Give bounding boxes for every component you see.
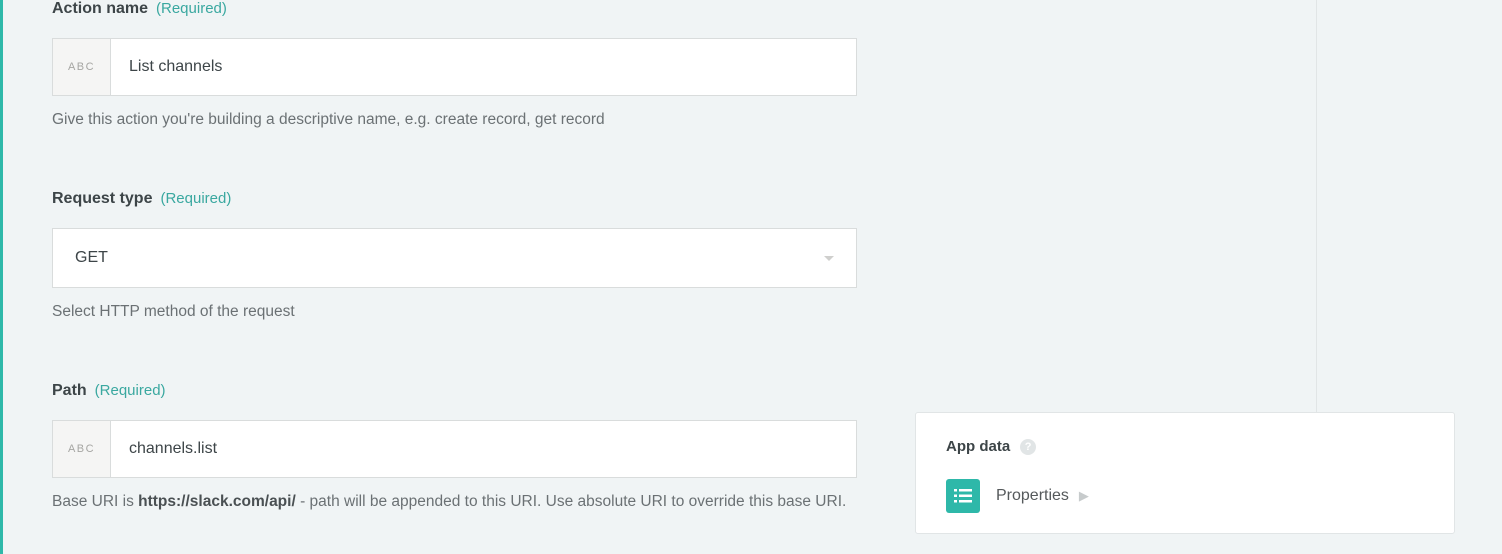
path-input[interactable] [110, 420, 857, 478]
request-type-label: Request type [52, 190, 152, 208]
chevron-down-icon [824, 256, 834, 261]
help-icon[interactable]: ? [1020, 439, 1036, 455]
required-tag: (Required) [95, 382, 166, 399]
abc-icon: ABC [52, 420, 110, 478]
request-type-value: GET [75, 249, 824, 267]
action-name-label: Action name [52, 0, 148, 18]
app-data-panel: App data ? Properties ▶ [915, 412, 1455, 534]
chevron-right-icon: ▶ [1079, 488, 1089, 504]
request-type-help: Select HTTP method of the request [52, 300, 857, 324]
abc-icon: ABC [52, 38, 110, 96]
properties-label: Properties [996, 487, 1069, 505]
path-help: Base URI is https://slack.com/api/ - pat… [52, 490, 857, 514]
request-type-select[interactable]: GET [52, 228, 857, 288]
properties-item[interactable]: Properties ▶ [946, 479, 1424, 513]
action-name-input[interactable] [110, 38, 857, 96]
field-request-type: Request type (Required) GET Select HTTP … [52, 190, 857, 324]
path-label: Path [52, 382, 87, 400]
field-path: Path (Required) ABC Base URI is https://… [52, 382, 857, 514]
required-tag: (Required) [160, 190, 231, 207]
field-action-name: Action name (Required) ABC Give this act… [52, 0, 857, 132]
list-icon [946, 479, 980, 513]
app-data-title: App data [946, 438, 1010, 455]
required-tag: (Required) [156, 0, 227, 17]
action-name-help: Give this action you're building a descr… [52, 108, 857, 132]
